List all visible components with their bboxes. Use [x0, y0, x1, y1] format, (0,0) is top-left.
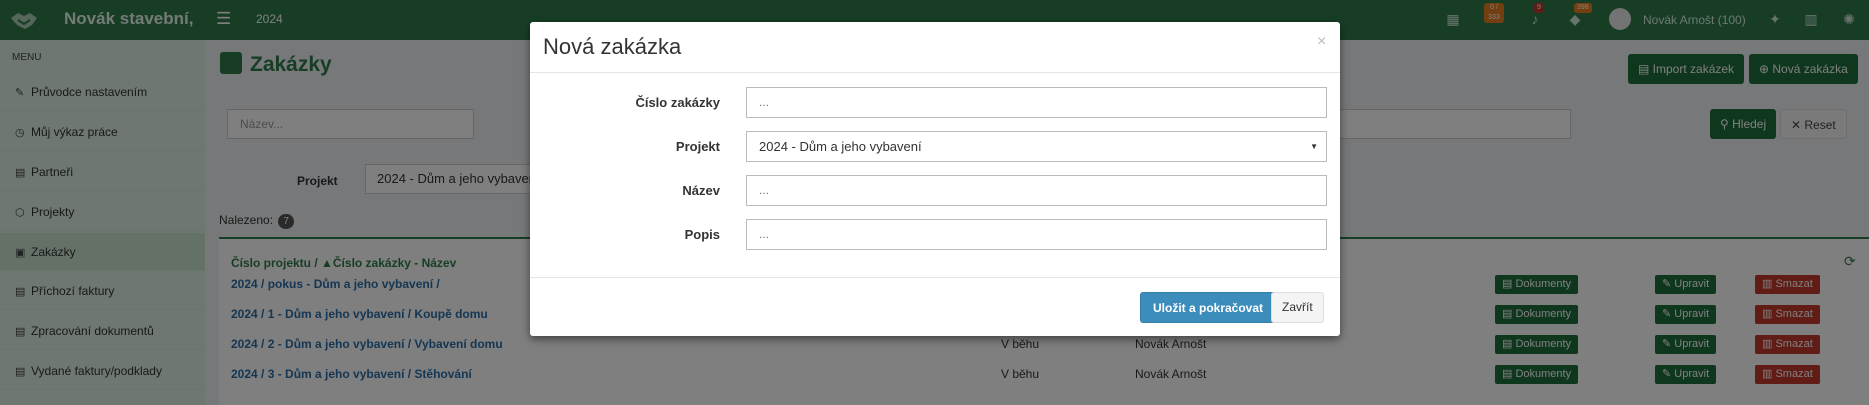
order-number-input[interactable]: ...: [746, 87, 1327, 118]
close-button[interactable]: Zavřít: [1271, 292, 1324, 323]
name-label: Název: [682, 183, 720, 198]
order-number-label: Číslo zakázky: [635, 95, 720, 110]
new-order-modal: Nová zakázka × Číslo zakázky ... Projekt…: [530, 22, 1340, 336]
close-icon[interactable]: ×: [1317, 33, 1326, 51]
save-continue-button[interactable]: Uložit a pokračovat: [1140, 292, 1277, 323]
description-input[interactable]: ...: [746, 219, 1327, 250]
name-input[interactable]: ...: [746, 175, 1327, 206]
modal-header: Nová zakázka ×: [530, 22, 1340, 73]
modal-footer: Uložit a pokračovat Zavřít: [530, 277, 1340, 336]
description-label: Popis: [684, 227, 720, 242]
project-label: Projekt: [675, 139, 720, 154]
modal-title: Nová zakázka: [543, 34, 682, 59]
project-select[interactable]: 2024 - Dům a jeho vybavení ▼: [746, 131, 1327, 162]
chevron-down-icon: ▼: [1310, 142, 1318, 151]
